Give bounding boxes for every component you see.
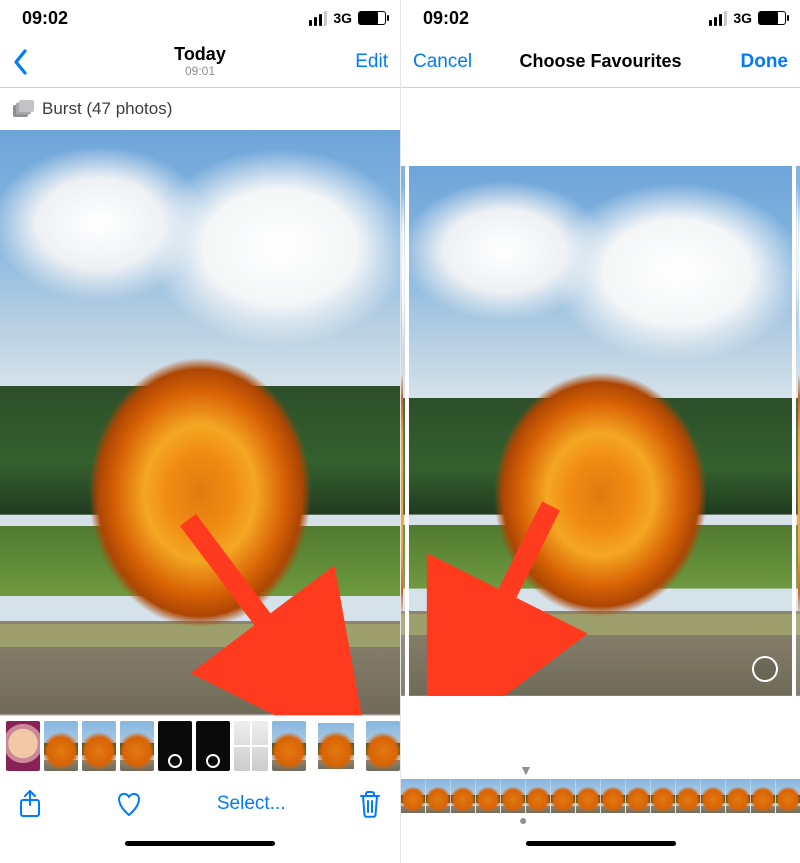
filmstrip-marker-top-icon: ▼ [401, 765, 800, 779]
thumbnail[interactable] [272, 721, 306, 771]
thumbnail-current[interactable] [316, 721, 356, 771]
screen-burst-overview: 09:02 3G Today 09:01 Edit [0, 0, 400, 863]
thumbnail[interactable] [44, 721, 78, 771]
thumbnail[interactable] [6, 721, 40, 771]
thumbnail[interactable] [366, 721, 400, 771]
screen-choose-favourites: 09:02 3G Cancel Choose Favourites Done [400, 0, 800, 863]
nav-title: Today [92, 45, 308, 65]
cancel-button[interactable]: Cancel [413, 51, 472, 73]
filmstrip-frame[interactable] [600, 779, 625, 813]
filmstrip-frame[interactable] [700, 779, 725, 813]
selection-circle-icon[interactable] [752, 656, 778, 682]
nav-bar: Cancel Choose Favourites Done [401, 36, 800, 88]
network-label: 3G [333, 10, 352, 26]
adjacent-photo-prev[interactable] [401, 166, 405, 696]
filmstrip-frame[interactable] [775, 779, 800, 813]
current-photo[interactable] [409, 166, 792, 696]
filmstrip-frame[interactable] [425, 779, 450, 813]
status-indicators: 3G [309, 10, 386, 26]
back-button[interactable] [12, 48, 30, 76]
burst-cover-photo [0, 130, 400, 715]
filmstrip-frame[interactable] [525, 779, 550, 813]
filmstrip-marker-bottom-icon: ● [401, 813, 800, 833]
thumbnail[interactable] [196, 721, 230, 771]
thumbnail[interactable] [158, 721, 192, 771]
filmstrip-frame[interactable] [475, 779, 500, 813]
favourite-button[interactable] [114, 791, 144, 817]
filmstrip-frame[interactable] [675, 779, 700, 813]
signal-icon [709, 11, 727, 26]
filmstrip-frame[interactable] [500, 779, 525, 813]
burst-stack-icon [12, 100, 34, 118]
nav-bar: Today 09:01 Edit [0, 36, 400, 88]
photo-viewport[interactable] [401, 166, 800, 696]
home-indicator[interactable] [401, 833, 800, 863]
status-time: 09:02 [423, 8, 469, 29]
filmstrip-frame[interactable] [750, 779, 775, 813]
photo-viewport[interactable] [0, 130, 400, 715]
recents-strip[interactable] [0, 715, 400, 775]
filmstrip-frame[interactable] [550, 779, 575, 813]
nav-title: Choose Favourites [493, 52, 708, 72]
select-button[interactable]: Select... [217, 793, 286, 815]
thumbnail[interactable] [120, 721, 154, 771]
status-time: 09:02 [22, 8, 68, 29]
edit-button[interactable]: Edit [355, 51, 388, 73]
nav-subtitle: 09:01 [92, 64, 308, 78]
filmstrip[interactable]: ▼ ● [401, 735, 800, 833]
home-indicator[interactable] [0, 833, 400, 863]
network-label: 3G [733, 10, 752, 26]
trash-icon [358, 790, 382, 818]
done-button[interactable]: Done [741, 51, 789, 73]
battery-icon [358, 11, 386, 25]
filmstrip-frame[interactable] [650, 779, 675, 813]
thumbnail[interactable] [234, 721, 268, 771]
filmstrip-frame[interactable] [625, 779, 650, 813]
filmstrip-frame[interactable] [725, 779, 750, 813]
filmstrip-frame[interactable] [450, 779, 475, 813]
adjacent-photo-next[interactable] [796, 166, 800, 696]
share-button[interactable] [18, 789, 42, 819]
thumbnail[interactable] [82, 721, 116, 771]
share-icon [18, 789, 42, 819]
filmstrip-frame[interactable] [575, 779, 600, 813]
filmstrip-frame[interactable] [401, 779, 425, 813]
status-bar: 09:02 3G [0, 0, 400, 36]
toolbar: Select... [0, 775, 400, 833]
burst-info-row: Burst (47 photos) [0, 88, 400, 130]
battery-icon [758, 11, 786, 25]
delete-button[interactable] [358, 790, 382, 818]
status-bar: 09:02 3G [401, 0, 800, 36]
signal-icon [309, 11, 327, 26]
status-indicators: 3G [709, 10, 786, 26]
heart-icon [114, 791, 144, 817]
burst-label: Burst (47 photos) [42, 99, 172, 119]
